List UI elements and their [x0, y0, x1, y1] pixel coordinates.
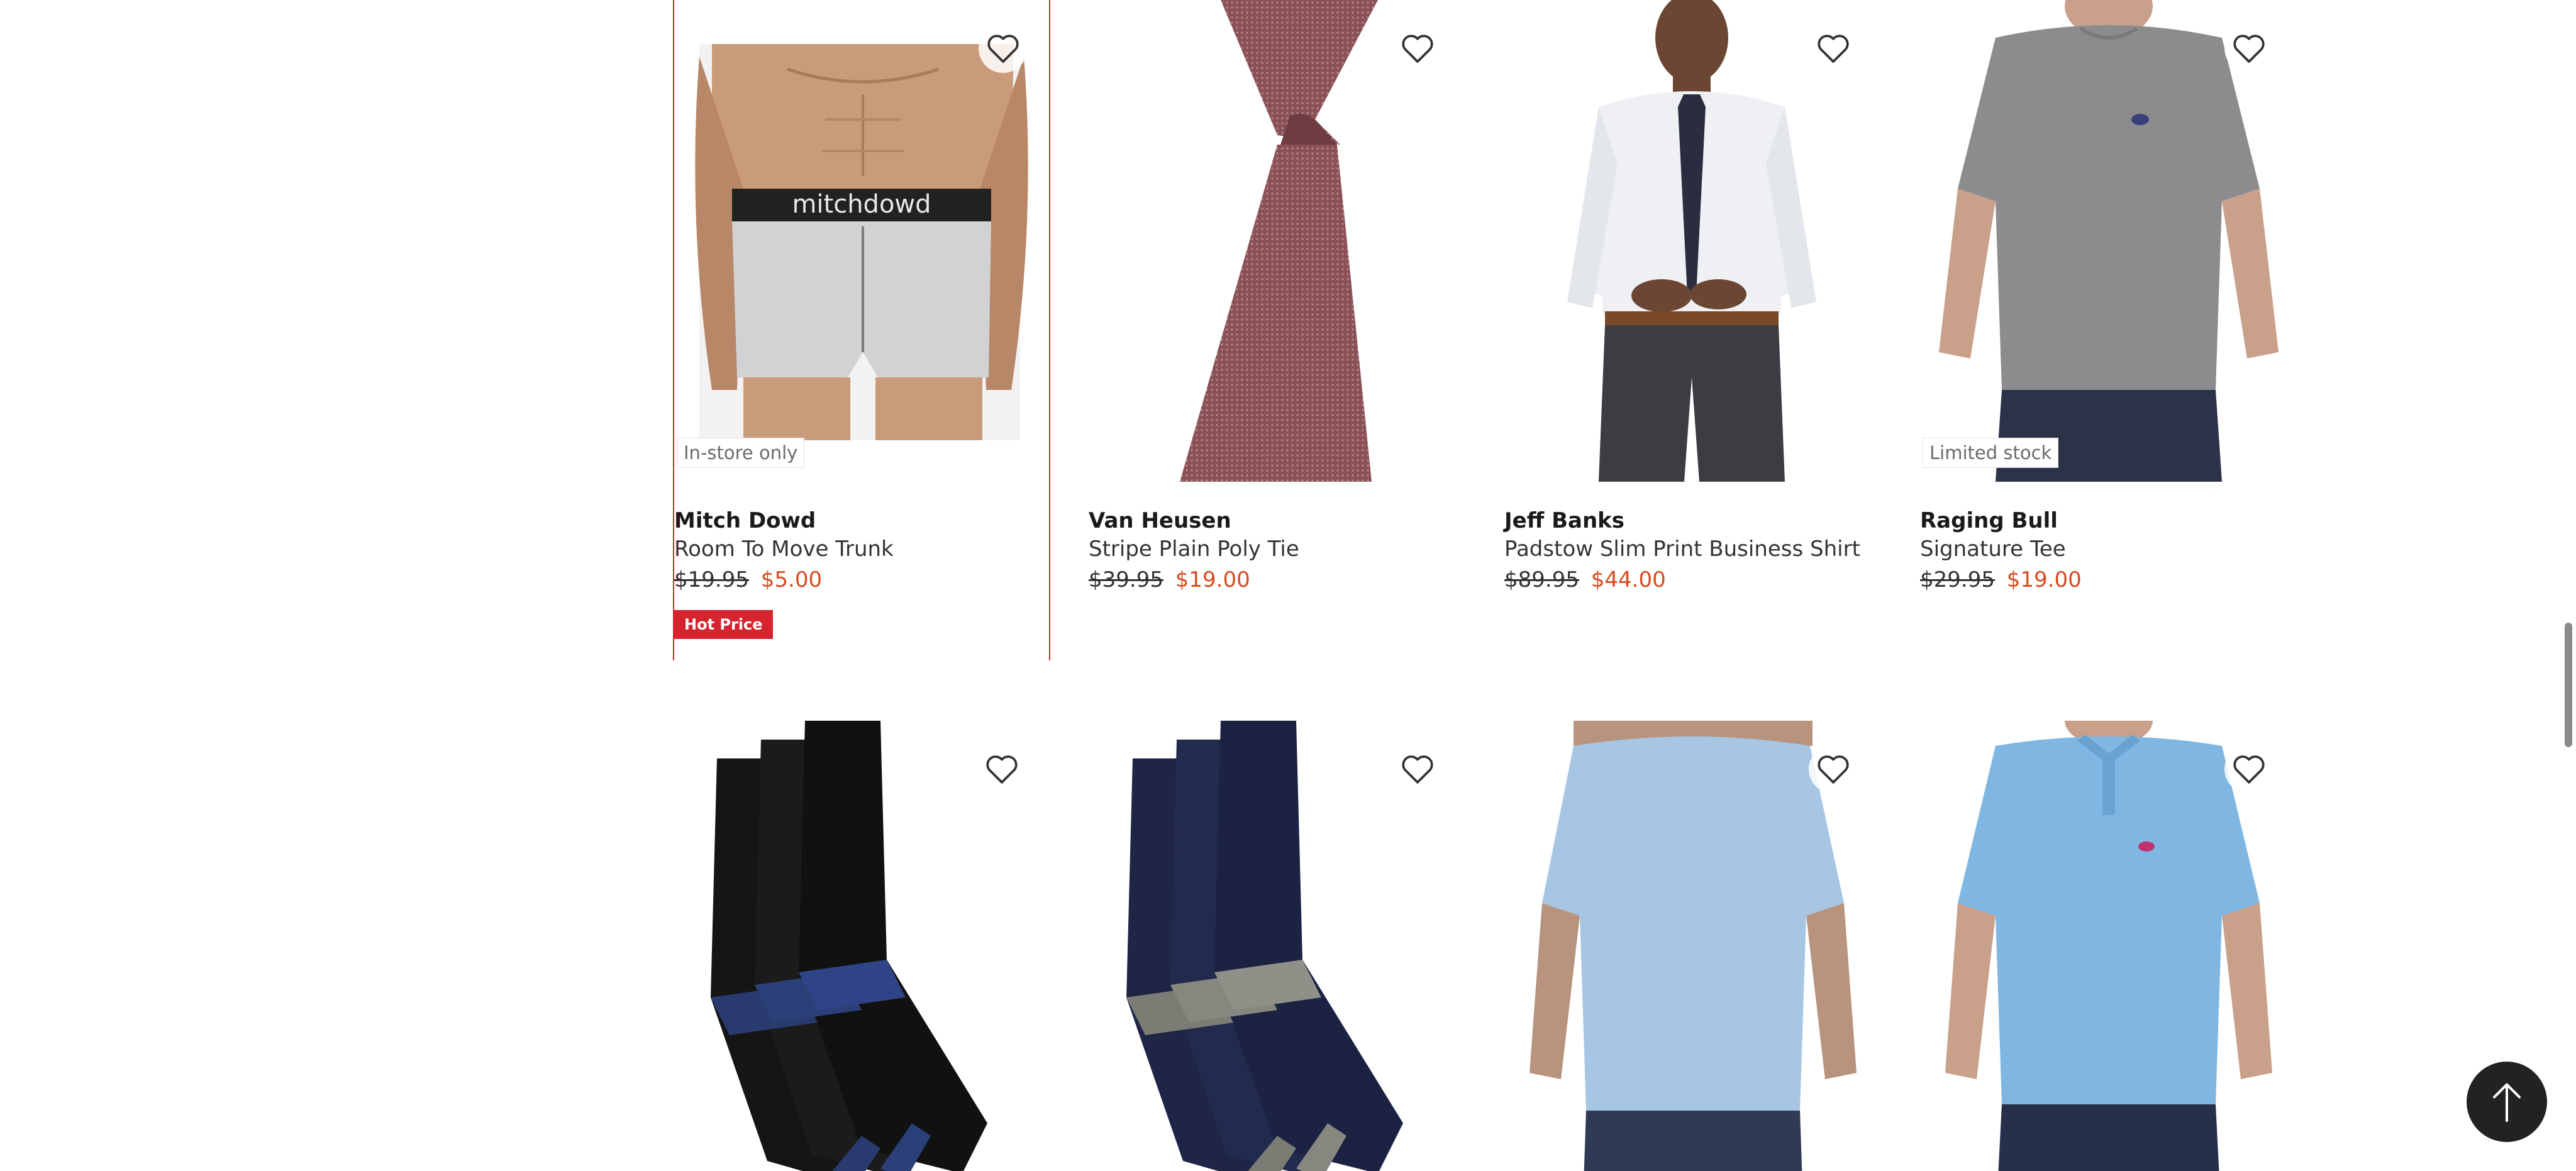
- wishlist-button[interactable]: [1809, 24, 1858, 73]
- was-price: $39.95: [1089, 567, 1163, 592]
- product-listing-page: mitchdowd In-store only Mitch Dowd Room …: [0, 0, 2576, 1171]
- product-name[interactable]: Stripe Plain Poly Tie: [1089, 535, 1463, 563]
- product-card[interactable]: Limited stock Raging Bull Signature Tee …: [1920, 0, 2295, 660]
- heart-icon: [1402, 755, 1433, 784]
- product-image[interactable]: mitchdowd: [674, 0, 1049, 482]
- sale-price: $5.00: [760, 567, 823, 592]
- availability-badge: Limited stock: [1923, 438, 2059, 468]
- product-price: $19.95 $5.00: [674, 563, 1049, 596]
- heart-icon: [986, 755, 1018, 784]
- svg-text:mitchdowd: mitchdowd: [792, 190, 931, 219]
- product-card[interactable]: Van Heusen Stripe Plain Poly Tie $39.95 …: [1089, 0, 1463, 660]
- heart-icon: [1402, 35, 1433, 63]
- wishlist-button[interactable]: [1809, 745, 1858, 794]
- sale-price: $44.00: [1591, 567, 1666, 592]
- heart-icon: [2233, 35, 2265, 63]
- product-card[interactable]: [1089, 721, 1463, 1171]
- wishlist-button[interactable]: [1393, 24, 1442, 73]
- was-price: $29.95: [1920, 567, 1995, 592]
- business-shirt-image: [1567, 0, 1816, 482]
- product-brand[interactable]: Raging Bull: [1920, 507, 2295, 535]
- product-price: $89.95 $44.00: [1504, 563, 1879, 596]
- product-price: $29.95 $19.00: [1920, 563, 2295, 596]
- product-info: Jeff Banks Padstow Slim Print Business S…: [1504, 507, 1879, 596]
- product-image[interactable]: [1089, 0, 1463, 482]
- heart-icon: [2233, 755, 2265, 784]
- boxer-trunk-image: mitchdowd: [695, 44, 1028, 440]
- sale-price: $19.00: [2006, 567, 2082, 592]
- product-info: Raging Bull Signature Tee $29.95 $19.00: [1920, 507, 2295, 596]
- wishlist-button[interactable]: [977, 745, 1026, 794]
- product-card[interactable]: mitchdowd In-store only Mitch Dowd Room …: [673, 0, 1050, 660]
- grey-tee-image: [1939, 0, 2279, 482]
- product-card[interactable]: Jeff Banks Padstow Slim Print Business S…: [1504, 0, 1879, 660]
- product-info: Van Heusen Stripe Plain Poly Tie $39.95 …: [1089, 507, 1463, 596]
- heart-icon: [1818, 755, 1849, 784]
- tie-image: [1180, 0, 1378, 482]
- back-to-top-button[interactable]: [2467, 1062, 2547, 1142]
- availability-badge: In-store only: [677, 438, 805, 468]
- product-image[interactable]: [1920, 0, 2295, 482]
- product-price: $39.95 $19.00: [1089, 563, 1463, 596]
- product-brand[interactable]: Mitch Dowd: [674, 507, 1049, 535]
- product-brand[interactable]: Jeff Banks: [1504, 507, 1879, 535]
- product-image[interactable]: [1504, 0, 1879, 482]
- product-card[interactable]: [673, 721, 1048, 1171]
- product-name[interactable]: Signature Tee: [1920, 535, 2295, 563]
- product-name[interactable]: Room To Move Trunk: [674, 535, 1049, 563]
- product-brand[interactable]: Van Heusen: [1089, 507, 1463, 535]
- wishlist-button[interactable]: [979, 24, 1028, 73]
- heart-icon: [987, 35, 1019, 63]
- wishlist-button[interactable]: [2224, 745, 2273, 794]
- was-price: $89.95: [1504, 567, 1579, 592]
- wishlist-button[interactable]: [1393, 745, 1442, 794]
- product-info: Mitch Dowd Room To Move Trunk $19.95 $5.…: [674, 507, 1049, 639]
- scrollbar-thumb[interactable]: [2565, 623, 2572, 747]
- product-card[interactable]: [1504, 721, 1879, 1171]
- was-price: $19.95: [674, 567, 749, 592]
- hot-price-tag: Hot Price: [674, 610, 773, 639]
- wishlist-button[interactable]: [2224, 24, 2273, 73]
- product-card[interactable]: [1920, 721, 2295, 1171]
- heart-icon: [1818, 35, 1849, 63]
- arrow-up-icon: [2493, 1083, 2521, 1122]
- sale-price: $19.00: [1175, 567, 1250, 592]
- product-name[interactable]: Padstow Slim Print Business Shirt: [1504, 535, 1879, 563]
